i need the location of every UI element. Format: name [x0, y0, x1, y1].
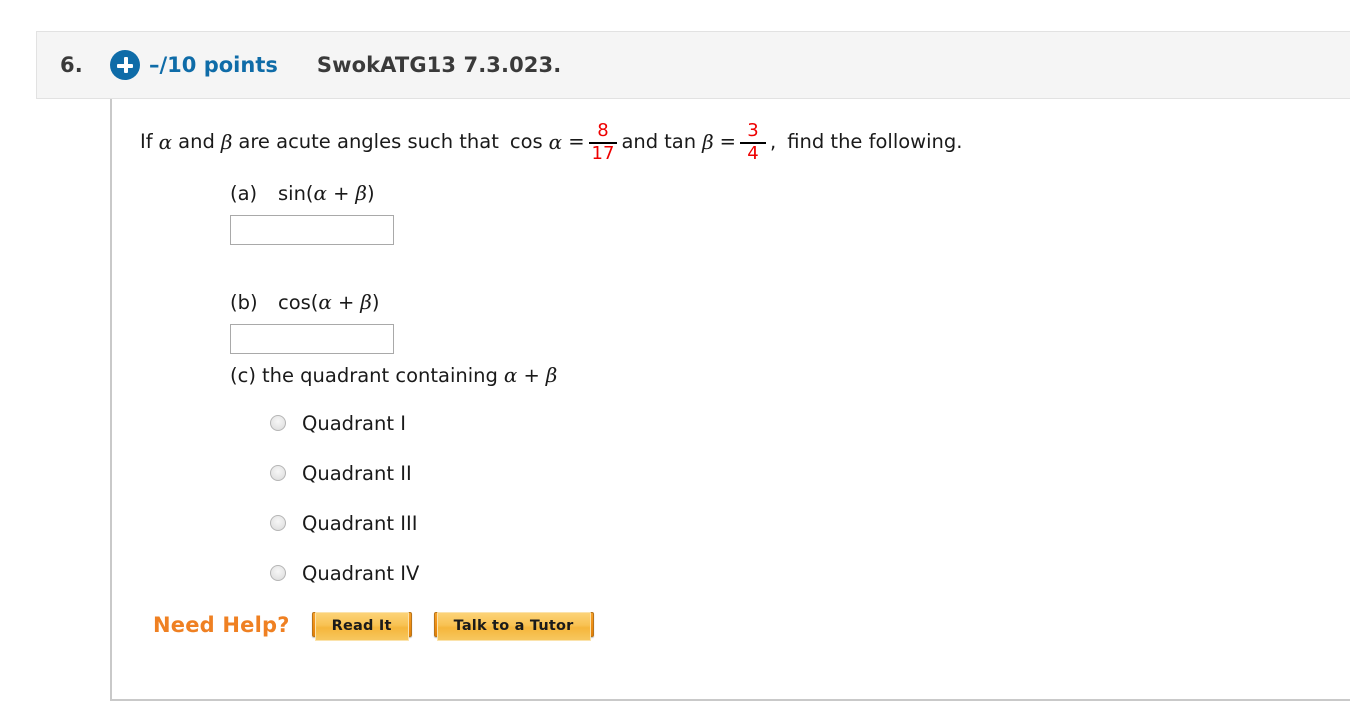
part-a: (a) sin( α + β ): [230, 181, 394, 245]
part-a-beta: β: [355, 181, 367, 205]
need-help-section: Need Help? Read It Talk to a Tutor: [153, 612, 594, 641]
part-a-tag: (a): [230, 182, 258, 205]
prompt-alpha-2: α: [548, 129, 563, 154]
part-b-answer-input[interactable]: [230, 324, 394, 354]
prompt-text-1: If: [140, 130, 153, 154]
radio-option-label: Quadrant III: [302, 511, 418, 535]
prompt-tan-label: tan: [664, 130, 697, 154]
radio-option-quadrant-1[interactable]: Quadrant I: [270, 398, 557, 448]
prompt-beta-2: β: [702, 129, 714, 154]
question-prompt: If α and β are acute angles such that co…: [140, 121, 962, 163]
part-b-fn: cos(: [278, 291, 319, 314]
part-a-close-paren: ): [366, 182, 375, 205]
radio-option-label: Quadrant I: [302, 411, 406, 435]
part-c: (c) the quadrant containing α + β Quadra…: [230, 363, 557, 598]
prompt-equals-1: =: [568, 130, 585, 154]
talk-to-a-tutor-button-label: Talk to a Tutor: [436, 612, 591, 641]
part-a-plus: +: [333, 182, 350, 205]
radio-button-icon[interactable]: [270, 465, 286, 481]
part-a-answer-input[interactable]: [230, 215, 394, 245]
fraction-denominator: 17: [591, 142, 615, 164]
points-label: –/10 points: [149, 53, 278, 77]
part-b-tag: (b): [230, 291, 258, 314]
part-b-label: (b) cos( α + β ): [230, 290, 394, 314]
read-it-button-label: Read It: [314, 612, 409, 641]
part-b-alpha: α: [318, 290, 332, 314]
talk-to-a-tutor-button[interactable]: Talk to a Tutor: [433, 612, 594, 641]
read-it-button[interactable]: Read It: [311, 612, 412, 641]
radio-button-icon[interactable]: [270, 565, 286, 581]
prompt-text-5: find the following.: [787, 130, 963, 154]
plus-circle-icon[interactable]: [110, 50, 140, 80]
fraction-8-17: 8 17: [588, 120, 618, 164]
part-a-fn: sin(: [278, 182, 314, 205]
question-body-panel: If α and β are acute angles such that co…: [110, 99, 1350, 701]
radio-option-label: Quadrant IV: [302, 561, 420, 585]
prompt-beta: β: [220, 129, 233, 154]
radio-option-label: Quadrant II: [302, 461, 412, 485]
part-b-beta: β: [360, 290, 372, 314]
part-c-tag: (c): [230, 364, 256, 387]
fraction-numerator: 8: [597, 120, 609, 141]
part-c-alpha: α: [503, 363, 518, 387]
prompt-text-4: and: [621, 130, 659, 154]
radio-button-icon[interactable]: [270, 515, 286, 531]
part-b-plus: +: [337, 291, 355, 314]
fraction-numerator: 3: [747, 120, 759, 141]
prompt-text-2: and: [178, 130, 215, 154]
part-b-close-paren: ): [371, 291, 380, 314]
part-a-label: (a) sin( α + β ): [230, 181, 394, 205]
prompt-cos-label: cos: [509, 130, 543, 154]
radio-option-quadrant-4[interactable]: Quadrant IV: [270, 548, 557, 598]
need-help-label: Need Help?: [153, 612, 290, 637]
part-a-alpha: α: [313, 181, 328, 205]
fraction-denominator: 4: [747, 142, 759, 164]
question-code: SwokATG13 7.3.023.: [316, 53, 562, 77]
radio-button-icon[interactable]: [270, 415, 286, 431]
part-c-beta: β: [545, 363, 558, 387]
prompt-text-3: are acute angles such that: [238, 130, 499, 154]
question-number: 6.: [60, 53, 83, 77]
prompt-alpha: α: [158, 129, 173, 154]
radio-option-quadrant-3[interactable]: Quadrant III: [270, 498, 557, 548]
quadrant-radio-group: Quadrant I Quadrant II Quadrant III Quad…: [230, 398, 557, 598]
radio-option-quadrant-2[interactable]: Quadrant II: [270, 448, 557, 498]
part-b: (b) cos( α + β ): [230, 290, 394, 354]
prompt-equals-2: =: [719, 130, 736, 154]
question-header-bar: 6. –/10 points SwokATG13 7.3.023.: [36, 31, 1350, 99]
prompt-comma: ,: [770, 130, 777, 154]
part-c-text: the quadrant containing: [261, 364, 498, 387]
part-c-label: (c) the quadrant containing α + β: [230, 363, 557, 387]
fraction-3-4: 3 4: [740, 120, 766, 164]
part-c-plus: +: [523, 364, 540, 387]
